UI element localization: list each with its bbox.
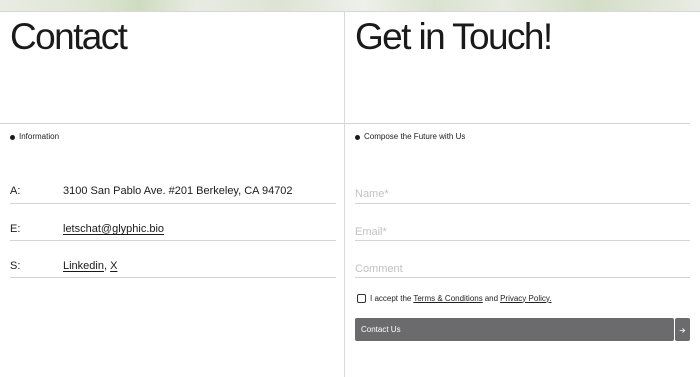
consent-and: and [484,293,499,303]
divider [10,240,336,241]
information-label: Information [10,132,59,142]
comment-field[interactable] [355,259,690,279]
email-row: E: letschat@glyphic.bio [10,222,336,242]
arrow-right-icon [679,321,686,339]
consent-row: I accept the Terms & Conditions and Priv… [355,292,552,304]
email-field-underline [355,240,690,241]
linkedin-link[interactable]: Linkedin [63,260,104,272]
email-link[interactable]: letschat@glyphic.bio [63,223,164,235]
email-value: letschat@glyphic.bio [63,222,164,236]
submit-arrow-button[interactable] [675,318,690,341]
compose-label: Compose the Future with Us [355,132,465,142]
social-value: Linkedin, X [63,259,117,273]
name-field-underline [355,203,690,204]
comment-field-underline [355,277,690,278]
contact-us-button[interactable]: Contact Us [355,318,674,341]
divider [10,277,336,278]
get-in-touch-title: Get in Touch! [355,16,553,57]
contact-us-label: Contact Us [361,325,401,334]
terms-link[interactable]: Terms & Conditions [413,294,482,303]
divider [345,123,690,124]
contact-title: Contact [10,16,128,57]
column-divider [344,12,345,377]
divider [10,203,336,204]
privacy-link[interactable]: Privacy Policy. [500,294,551,303]
information-label-text: Information [19,132,60,141]
social-separator: , [103,260,108,272]
name-field[interactable] [355,184,690,204]
divider [0,123,344,124]
address-row: A: 3100 San Pablo Ave. #201 Berkeley, CA… [10,184,336,204]
social-key: S: [10,260,21,272]
social-row: S: Linkedin, X [10,259,336,279]
consent-checkbox[interactable] [357,293,366,303]
bullet-dot-icon [10,134,15,140]
email-field[interactable] [355,222,690,242]
bullet-dot-icon [355,134,360,140]
email-key: E: [10,223,21,235]
consent-prefix: I accept the [370,293,412,303]
compose-label-text: Compose the Future with Us [364,132,466,141]
address-value: 3100 San Pablo Ave. #201 Berkeley, CA 94… [63,185,293,197]
hero-image-strip [0,0,700,12]
x-link[interactable]: X [110,260,117,272]
address-key: A: [10,185,21,197]
